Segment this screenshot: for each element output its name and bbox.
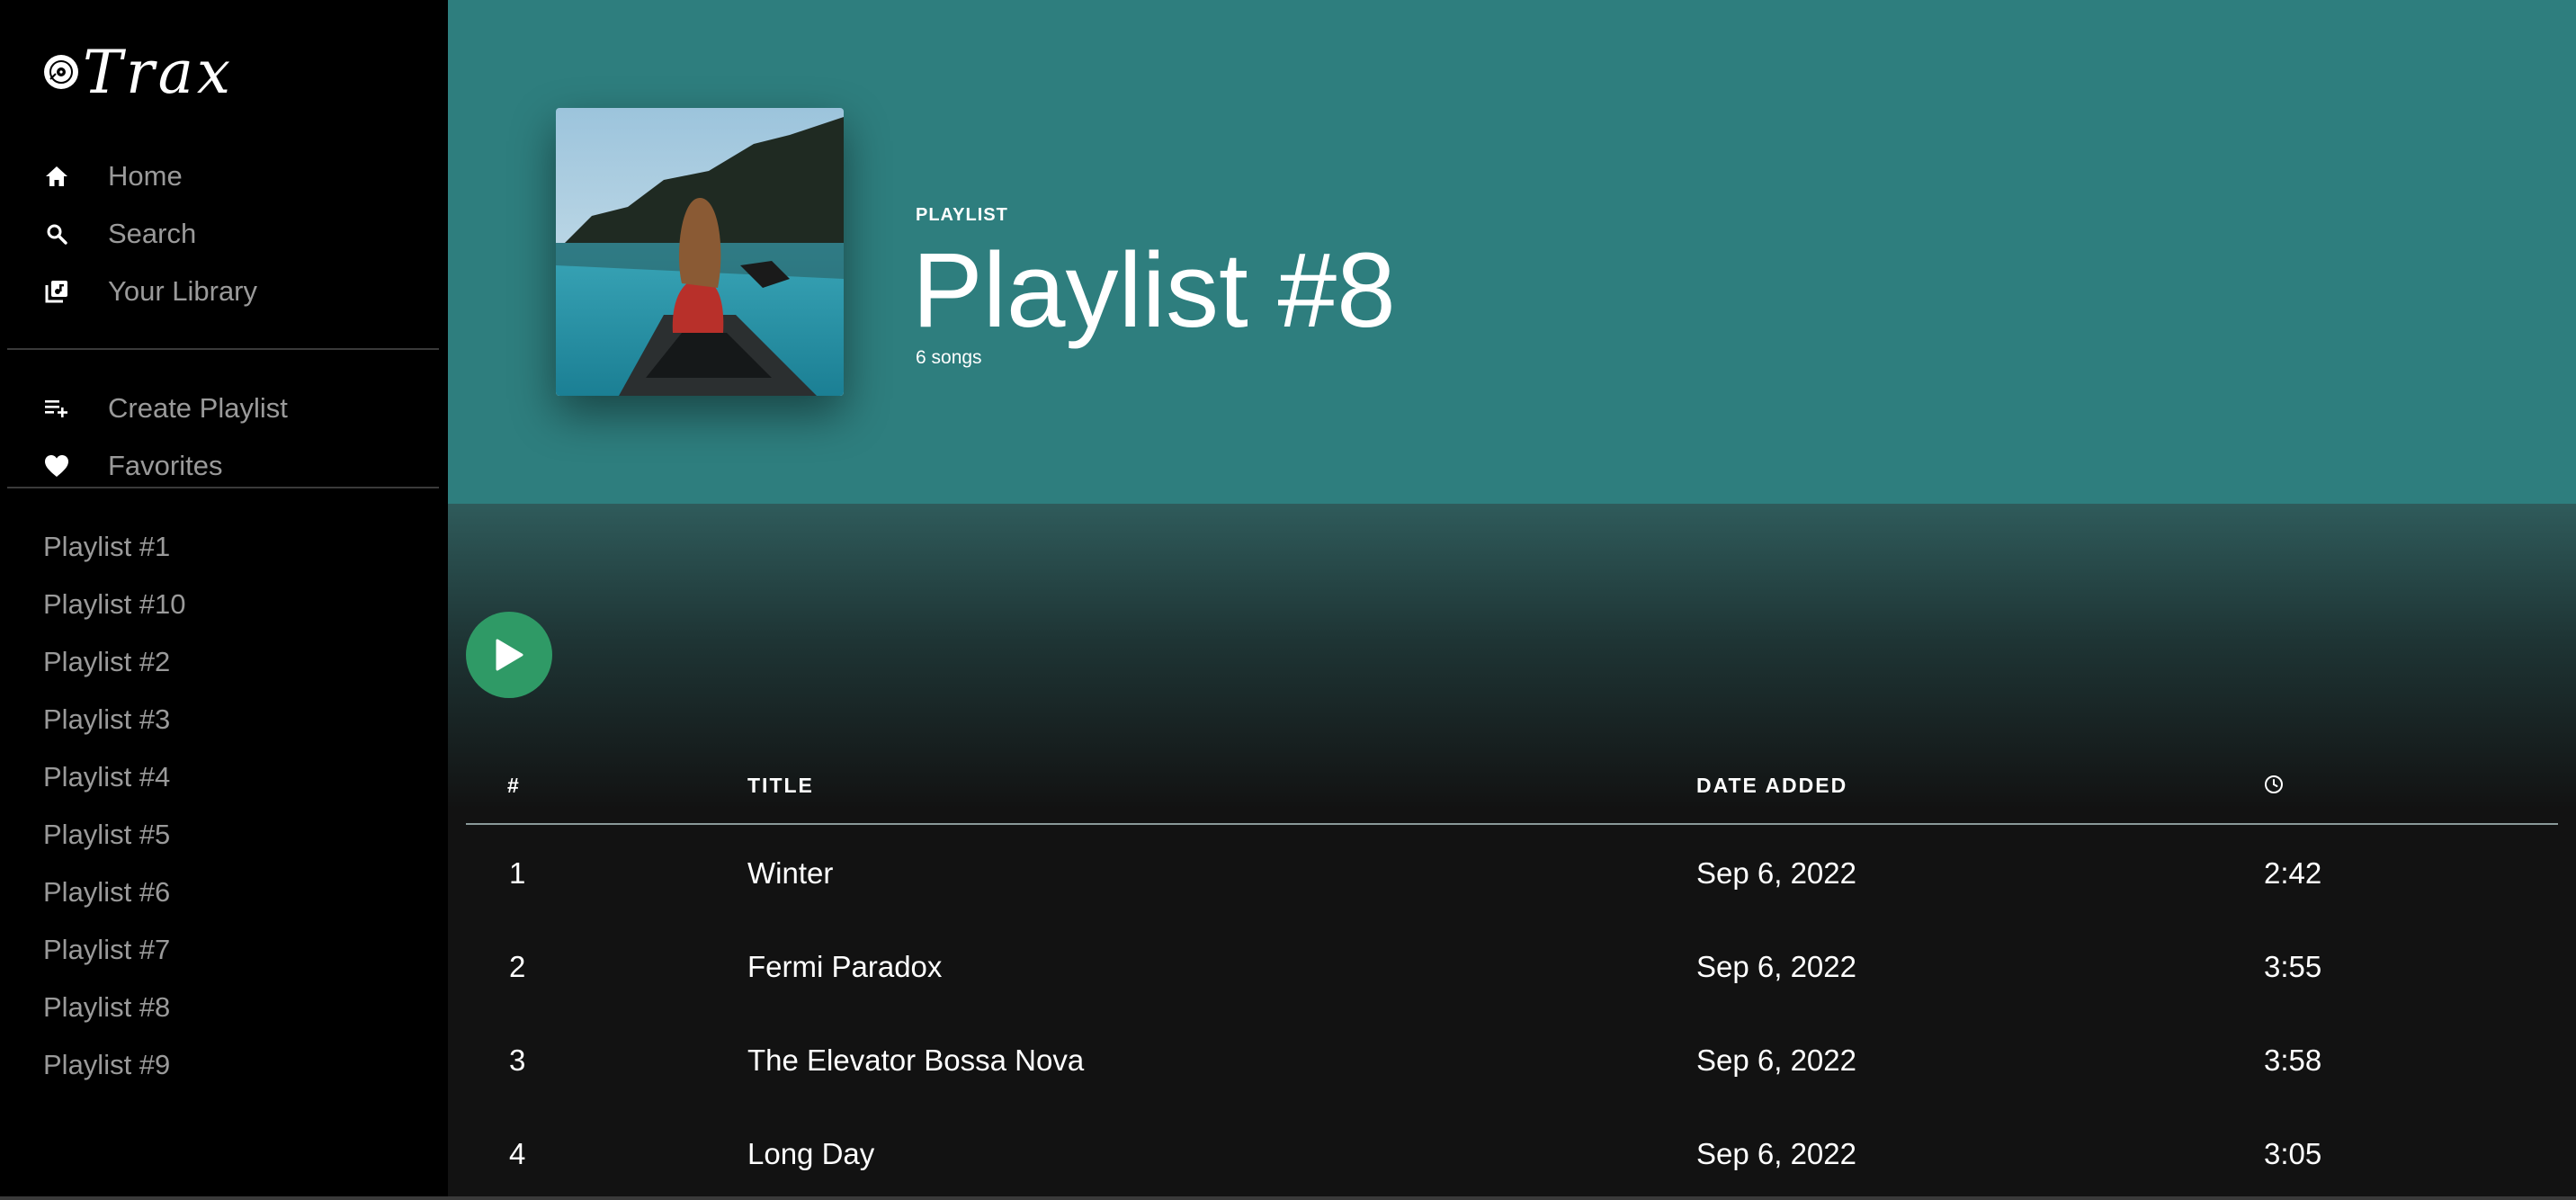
table-header-divider xyxy=(466,823,2558,825)
play-button[interactable] xyxy=(466,612,552,698)
clock-icon xyxy=(2265,775,2283,793)
nav-favorites[interactable]: Favorites xyxy=(43,444,222,488)
playlist-add-icon xyxy=(43,395,70,422)
sidebar: Trax Home Search Your Library Create Pla… xyxy=(0,0,448,1196)
column-header-title: TITLE xyxy=(747,774,814,797)
track-date-added: Sep 6, 2022 xyxy=(1696,1137,1856,1170)
sidebar-divider xyxy=(7,348,439,350)
track-date-added: Sep 6, 2022 xyxy=(1696,856,1856,890)
track-duration: 3:05 xyxy=(2264,1137,2322,1170)
playlist-type-label: PLAYLIST xyxy=(916,205,1008,225)
track-duration: 3:55 xyxy=(2264,950,2322,983)
nav-search[interactable]: Search xyxy=(43,212,196,255)
sidebar-playlist-item[interactable]: Playlist #6 xyxy=(43,871,170,914)
sidebar-playlist-item[interactable]: Playlist #10 xyxy=(43,583,186,626)
sidebar-playlist-item[interactable]: Playlist #4 xyxy=(43,756,170,799)
vinyl-icon xyxy=(44,55,78,89)
track-duration: 2:42 xyxy=(2264,856,2322,890)
nav-search-label: Search xyxy=(108,218,197,249)
sidebar-playlist-item[interactable]: Playlist #8 xyxy=(43,986,170,1029)
home-icon xyxy=(43,163,70,190)
sidebar-divider xyxy=(7,487,439,488)
bottom-bar xyxy=(0,1196,2576,1200)
playlist-title: Playlist #8 xyxy=(912,231,1396,350)
track-number: 2 xyxy=(509,950,526,983)
logo-text: Trax xyxy=(83,37,235,107)
column-header-duration xyxy=(2264,775,2284,800)
track-number: 1 xyxy=(509,856,526,890)
sidebar-playlist-item[interactable]: Playlist #2 xyxy=(43,640,170,684)
nav-home-label: Home xyxy=(108,160,183,192)
nav-create-playlist[interactable]: Create Playlist xyxy=(43,387,288,430)
table-row[interactable]: 2 Fermi Paradox Sep 6, 2022 3:55 xyxy=(448,920,2576,1014)
heart-icon xyxy=(43,452,70,479)
sidebar-playlist-item[interactable]: Playlist #9 xyxy=(43,1043,170,1087)
sidebar-playlist-item[interactable]: Playlist #5 xyxy=(43,813,170,856)
table-row[interactable]: 3 The Elevator Bossa Nova Sep 6, 2022 3:… xyxy=(448,1014,2576,1107)
nav-library-label: Your Library xyxy=(108,275,258,307)
track-duration: 3:58 xyxy=(2264,1043,2322,1077)
sidebar-playlist-item[interactable]: Playlist #3 xyxy=(43,698,170,741)
sidebar-playlist-item[interactable]: Playlist #1 xyxy=(43,525,170,569)
track-title: Long Day xyxy=(747,1137,875,1170)
track-title: Fermi Paradox xyxy=(747,950,943,983)
sidebar-playlist-item[interactable]: Playlist #7 xyxy=(43,928,170,972)
column-header-number: # xyxy=(507,774,521,797)
playlist-song-count: 6 songs xyxy=(916,347,982,368)
table-row[interactable]: 4 Long Day Sep 6, 2022 3:05 xyxy=(448,1107,2576,1196)
track-date-added: Sep 6, 2022 xyxy=(1696,950,1856,983)
nav-favorites-label: Favorites xyxy=(108,450,223,481)
track-number: 3 xyxy=(509,1043,526,1077)
library-icon xyxy=(43,278,70,305)
track-title: The Elevator Bossa Nova xyxy=(747,1043,1085,1077)
track-title: Winter xyxy=(747,856,834,890)
nav-library[interactable]: Your Library xyxy=(43,270,257,313)
nav-create-playlist-label: Create Playlist xyxy=(108,392,288,424)
search-icon xyxy=(43,220,70,247)
table-row[interactable]: 1 Winter Sep 6, 2022 2:42 xyxy=(448,827,2576,920)
track-date-added: Sep 6, 2022 xyxy=(1696,1043,1856,1077)
track-number: 4 xyxy=(509,1137,526,1170)
play-icon xyxy=(496,639,523,671)
header-gradient xyxy=(448,504,2576,810)
logo: Trax xyxy=(43,36,234,108)
app: Trax Home Search Your Library Create Pla… xyxy=(0,0,2576,1200)
column-header-date-added: DATE ADDED xyxy=(1696,774,1848,797)
playlist-cover-image xyxy=(556,108,844,396)
main-content: PLAYLIST Playlist #8 6 songs # TITLE DAT… xyxy=(448,0,2576,1196)
nav-home[interactable]: Home xyxy=(43,155,183,198)
